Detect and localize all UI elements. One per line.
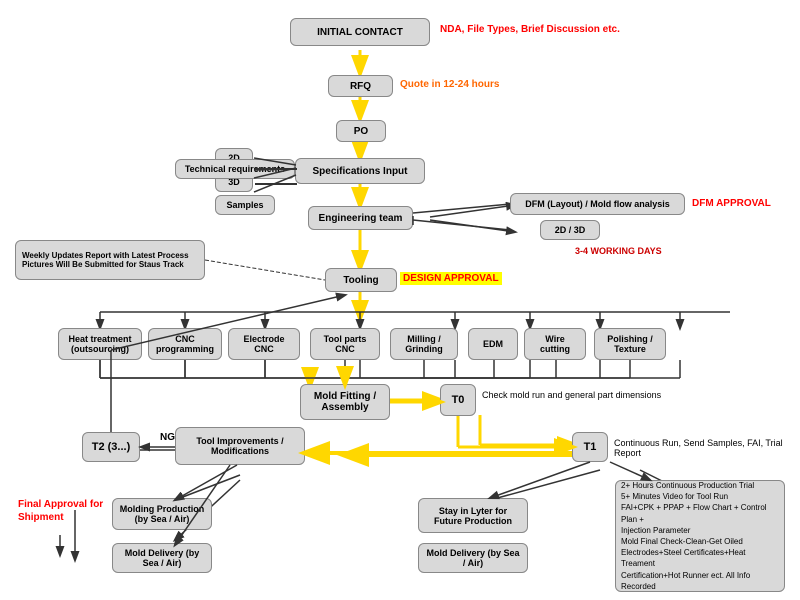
polishing-label: Polishing / Texture: [600, 334, 660, 354]
dfm-box: DFM (Layout) / Mold flow analysis: [510, 193, 685, 215]
two-d-3d-label: 2D / 3D: [555, 225, 586, 235]
spec-input-box: Specifications Input: [295, 158, 425, 184]
t2-box: T2 (3...): [82, 432, 140, 462]
t1-note: Continuous Run, Send Samples, FAI, Trial…: [614, 438, 800, 458]
dfm-label: DFM (Layout) / Mold flow analysis: [525, 199, 670, 209]
final-approval-text: Final Approval for Shipment: [18, 499, 103, 523]
spec-input-label: Specifications Input: [312, 166, 407, 177]
mold-delivery-bottom-box: Mold Delivery (by Sea / Air): [112, 543, 212, 573]
diagram: INITIAL CONTACT NDA, File Types, Brief D…: [0, 0, 800, 600]
t1-detail-label: 2+ Hours Continuous Production Trial 5+ …: [621, 480, 779, 592]
po-label: PO: [354, 126, 368, 137]
wire-cutting-box: Wire cutting: [524, 328, 586, 360]
mold-delivery-right-box: Mold Delivery (by Sea / Air): [418, 543, 528, 573]
milling-box: Milling / Grinding: [390, 328, 458, 360]
t1-box: T1: [572, 432, 608, 462]
two-d-3d-box: 2D / 3D: [540, 220, 600, 240]
rfq-note: Quote in 12-24 hours: [400, 79, 499, 90]
tooling-box: Tooling: [325, 268, 397, 292]
heat-treatment-label: Heat treatment (outsourcing): [64, 334, 136, 354]
heat-treatment-box: Heat treatment (outsourcing): [58, 328, 142, 360]
t1-label: T1: [584, 441, 597, 453]
weekly-update-box: Weekly Updates Report with Latest Proces…: [15, 240, 205, 280]
stay-in-lyter-box: Stay in Lyter for Future Production: [418, 498, 528, 533]
milling-label: Milling / Grinding: [396, 334, 452, 354]
samples-label: Samples: [226, 200, 263, 210]
eng-team-label: Engineering team: [319, 213, 403, 224]
samples-box: Samples: [215, 195, 275, 215]
final-approval-label: Final Approval for Shipment: [18, 498, 108, 524]
edm-label: EDM: [483, 339, 503, 349]
molding-production-label: Molding Production (by Sea / Air): [118, 504, 206, 524]
mold-fitting-box: Mold Fitting / Assembly: [300, 384, 390, 420]
tool-improvements-label: Tool Improvements / Modifications: [181, 436, 299, 456]
t0-label: T0: [452, 394, 465, 406]
stay-in-lyter-label: Stay in Lyter for Future Production: [424, 506, 522, 526]
molding-production-box: Molding Production (by Sea / Air): [112, 498, 212, 530]
mold-fitting-label: Mold Fitting / Assembly: [306, 391, 384, 413]
ng-label: NG: [160, 432, 175, 443]
initial-contact-box: INITIAL CONTACT: [290, 18, 430, 46]
tool-improvements-box: Tool Improvements / Modifications: [175, 427, 305, 465]
initial-contact-label: INITIAL CONTACT: [317, 27, 403, 38]
initial-contact-note: NDA, File Types, Brief Discussion etc.: [440, 24, 620, 35]
rfq-label: RFQ: [350, 81, 371, 92]
t1-detail-box: 2+ Hours Continuous Production Trial 5+ …: [615, 480, 785, 592]
edm-box: EDM: [468, 328, 518, 360]
electrode-cnc-box: Electrode CNC: [228, 328, 300, 360]
design-approval-label: DESIGN APPROVAL: [400, 272, 502, 285]
tooling-label: Tooling: [343, 275, 378, 286]
t0-box: T0: [440, 384, 476, 416]
weekly-update-label: Weekly Updates Report with Latest Proces…: [22, 251, 198, 269]
rfq-box: RFQ: [328, 75, 393, 97]
polishing-box: Polishing / Texture: [594, 328, 666, 360]
cnc-programming-label: CNC programming: [154, 334, 216, 354]
po-box: PO: [336, 120, 386, 142]
tool-parts-cnc-label: Tool parts CNC: [316, 334, 374, 354]
mold-delivery-bottom-label: Mold Delivery (by Sea / Air): [118, 548, 206, 568]
mold-delivery-right-label: Mold Delivery (by Sea / Air): [424, 548, 522, 568]
tool-parts-cnc-box: Tool parts CNC: [310, 328, 380, 360]
wire-cutting-label: Wire cutting: [530, 334, 580, 354]
cnc-programming-box: CNC programming: [148, 328, 222, 360]
working-days-label: 3-4 WORKING DAYS: [575, 246, 662, 256]
t0-note: Check mold run and general part dimensio…: [482, 390, 661, 400]
eng-team-box: Engineering team: [308, 206, 413, 230]
t2-label: T2 (3...): [92, 441, 131, 453]
electrode-cnc-label: Electrode CNC: [234, 334, 294, 354]
dfm-approval-label: DFM APPROVAL: [692, 198, 771, 209]
